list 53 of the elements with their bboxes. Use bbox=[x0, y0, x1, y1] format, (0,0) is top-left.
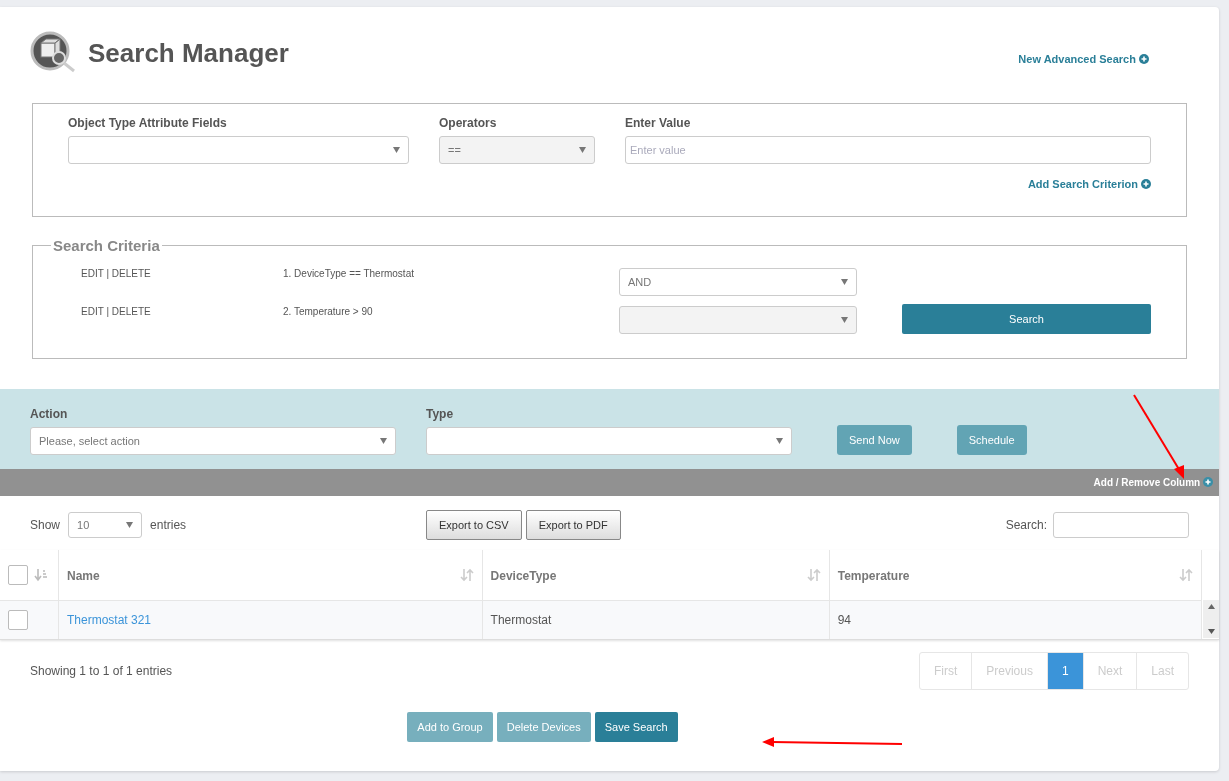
dropdown[interactable] bbox=[426, 427, 792, 455]
dropdown[interactable]: Please, select action bbox=[30, 427, 396, 455]
add-search-criterion-link[interactable]: Add Search Criterion bbox=[1027, 178, 1151, 190]
criterion-text: 2. Temperature > 90 bbox=[283, 306, 374, 317]
export-button[interactable]: Export to PDF bbox=[525, 510, 621, 540]
page-title: Search Manager bbox=[88, 37, 289, 69]
plus-circle-icon bbox=[1203, 477, 1213, 487]
scroll-down-icon[interactable] bbox=[1207, 629, 1215, 634]
field-label: Operators bbox=[439, 116, 498, 130]
checkbox[interactable] bbox=[8, 610, 28, 630]
caret-icon bbox=[579, 147, 586, 153]
search-button[interactable]: Search bbox=[902, 304, 1151, 334]
section-title: Search Criteria bbox=[52, 237, 161, 254]
page-button[interactable]: 1 bbox=[1047, 653, 1084, 689]
field-label: Object Type Attribute Fields bbox=[68, 116, 228, 130]
field-label: Action bbox=[30, 407, 69, 421]
column-header[interactable]: DeviceType bbox=[490, 568, 557, 583]
caret-icon bbox=[841, 279, 848, 285]
checkbox[interactable] bbox=[8, 565, 28, 585]
sort-icon[interactable] bbox=[1179, 568, 1193, 582]
field-label: Enter Value bbox=[625, 116, 692, 130]
search-label: Search: bbox=[1005, 518, 1047, 532]
entries-label: entries bbox=[150, 518, 187, 532]
device-link[interactable]: Thermostat 321 bbox=[67, 613, 152, 627]
caret-icon bbox=[841, 317, 848, 323]
scroll-up-icon[interactable] bbox=[1207, 604, 1215, 609]
footer-button[interactable]: Save Search bbox=[594, 712, 678, 742]
caret-icon bbox=[393, 147, 400, 153]
plus-circle-icon bbox=[1141, 179, 1151, 189]
caret-icon bbox=[380, 438, 387, 444]
add-remove-column-link[interactable]: Add / Remove Column bbox=[1093, 477, 1213, 488]
sort-icon[interactable] bbox=[459, 568, 474, 582]
logic-dropdown[interactable]: AND bbox=[619, 268, 857, 296]
caret-icon bbox=[776, 438, 783, 444]
column-header[interactable]: Temperature bbox=[837, 568, 910, 583]
sort-icon[interactable] bbox=[806, 568, 821, 582]
value-input[interactable]: Enter value bbox=[625, 136, 1151, 164]
field-label: Type bbox=[426, 407, 455, 421]
new-advanced-search-link[interactable]: New Advanced Search bbox=[1018, 53, 1149, 65]
entries-info: Showing 1 to 1 of 1 entries bbox=[30, 664, 173, 678]
criterion-text: 1. DeviceType == Thermostat bbox=[283, 268, 415, 279]
caret-icon bbox=[126, 522, 134, 528]
plus-circle-icon bbox=[1139, 54, 1149, 64]
search-input[interactable] bbox=[1053, 512, 1189, 538]
edit-delete-links[interactable]: EDIT | DELETE bbox=[81, 268, 283, 279]
column-header[interactable]: Name bbox=[67, 568, 100, 583]
show-label: Show bbox=[30, 518, 61, 532]
sort-icon[interactable] bbox=[34, 568, 48, 582]
dropdown[interactable] bbox=[68, 136, 409, 164]
table-cell: 94 bbox=[837, 613, 852, 627]
page-size-dropdown[interactable]: 10 bbox=[68, 512, 143, 538]
export-button[interactable]: Export to CSV bbox=[426, 510, 522, 540]
table-cell: Thermostat bbox=[490, 613, 552, 627]
